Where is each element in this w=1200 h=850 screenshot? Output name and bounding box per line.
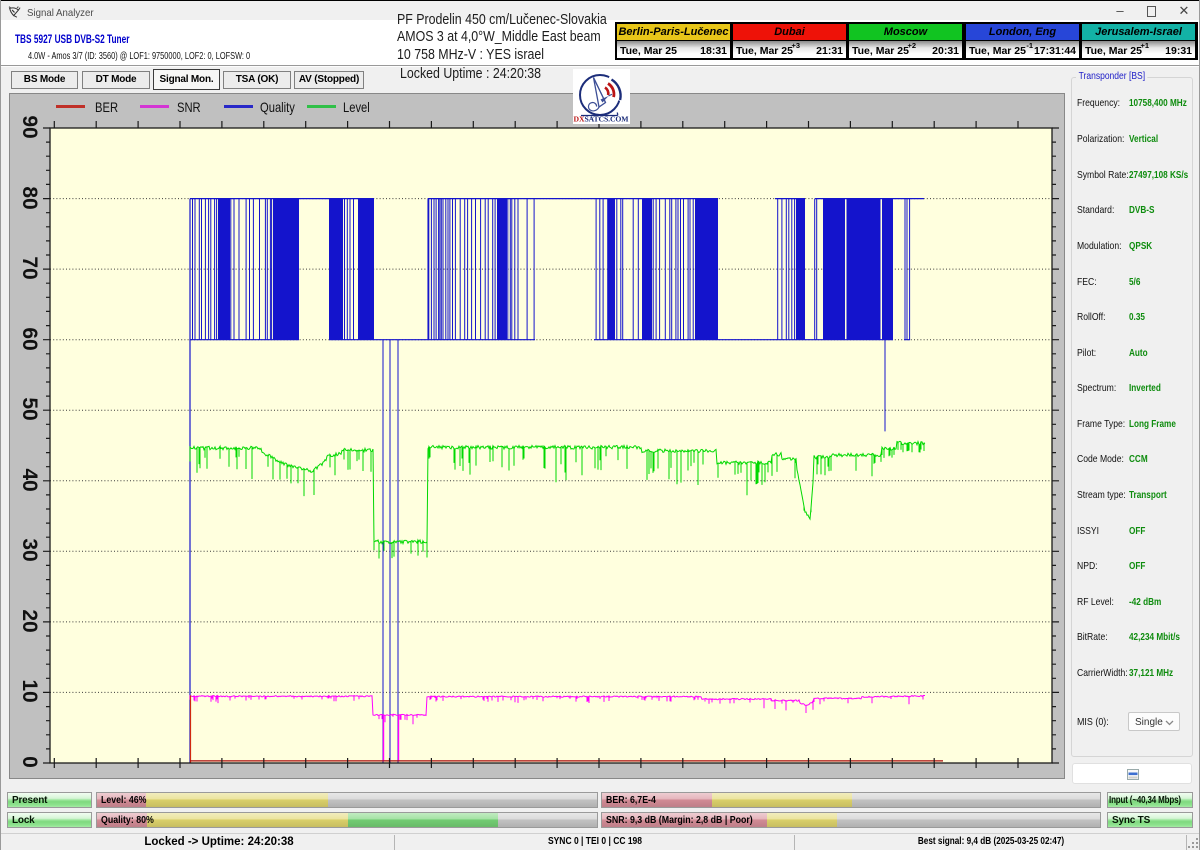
svg-text:DXSATCS.COM: DXSATCS.COM	[574, 115, 630, 124]
